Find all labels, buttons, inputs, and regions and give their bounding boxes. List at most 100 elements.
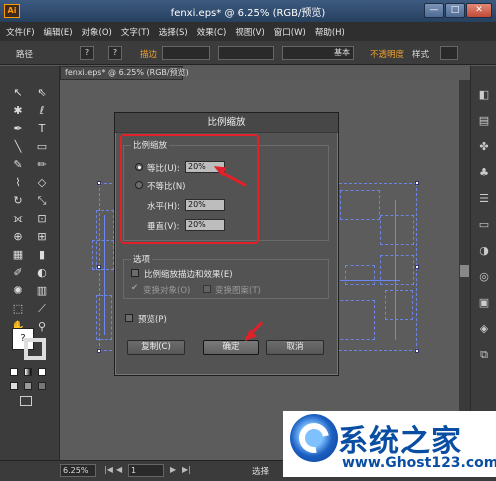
menu-file[interactable]: 文件(F) — [6, 26, 35, 38]
color-panel-icon[interactable]: ◧ — [475, 86, 493, 104]
free-transform-tool-icon[interactable]: ⊡ — [32, 210, 52, 227]
column-graph-tool-icon[interactable]: ▥ — [32, 282, 52, 299]
pencil-tool-icon[interactable]: ✏ — [32, 156, 52, 173]
rotate-tool-icon[interactable]: ↻ — [8, 192, 28, 209]
paintbrush-tool-icon[interactable]: ✎ — [8, 156, 28, 173]
maximize-button[interactable]: □ — [445, 3, 465, 18]
draw-inside-icon[interactable] — [38, 382, 46, 390]
blend-tool-icon[interactable]: ◐ — [32, 264, 52, 281]
rectangle-tool-icon[interactable]: ▭ — [32, 138, 52, 155]
next-artboard-icon[interactable]: ▶ — [170, 465, 176, 474]
path-label: 路径 — [16, 50, 34, 60]
menu-view[interactable]: 视图(V) — [235, 26, 264, 38]
previous-artboard-icon[interactable]: ◀ — [116, 465, 122, 474]
variable-width-select[interactable] — [218, 46, 274, 60]
selection-handle[interactable] — [415, 181, 419, 185]
perspective-grid-tool-icon[interactable]: ⊞ — [32, 228, 52, 245]
window-title: fenxi.eps* @ 6.25% (RGB/预览) — [170, 8, 326, 19]
transform-objects-check-icon: ✔ — [131, 283, 139, 293]
fill-swatch[interactable]: ? — [80, 46, 94, 60]
direct-selection-tool-icon[interactable]: ⇖ — [32, 84, 52, 101]
selection-handle[interactable] — [97, 349, 101, 353]
transform-objects-label[interactable]: 变换对象(O) — [143, 284, 190, 296]
selection-handle[interactable] — [415, 349, 419, 353]
artwork-line — [104, 215, 105, 335]
draw-behind-icon[interactable] — [24, 382, 32, 390]
menu-effect[interactable]: 效果(C) — [197, 26, 227, 38]
scale-tool-icon[interactable]: ⤡ — [32, 192, 52, 209]
menu-select[interactable]: 选择(S) — [159, 26, 188, 38]
panel-dock: ◧ ▤ ✤ ♣ ☰ ▭ ◑ ◎ ▣ ◈ ⧉ — [470, 66, 496, 466]
color-mode-icon[interactable] — [10, 368, 18, 376]
artwork-shape — [385, 290, 413, 320]
symbol-sprayer-tool-icon[interactable]: ✺ — [8, 282, 28, 299]
menu-help[interactable]: 帮助(H) — [315, 26, 345, 38]
scale-strokes-checkbox[interactable] — [131, 269, 139, 277]
minimize-button[interactable]: — — [424, 3, 444, 18]
line-tool-icon[interactable]: ╲ — [8, 138, 28, 155]
lasso-tool-icon[interactable]: ℓ — [32, 102, 52, 119]
none-mode-icon[interactable] — [38, 368, 46, 376]
artwork-shape — [335, 300, 375, 340]
annotation-highlight-box — [120, 134, 259, 244]
first-artboard-icon[interactable]: |◀ — [104, 465, 113, 474]
selection-tool-icon[interactable]: ↖ — [8, 84, 28, 101]
copy-button[interactable]: 复制(C) — [127, 340, 185, 355]
mesh-tool-icon[interactable]: ▦ — [8, 246, 28, 263]
draw-normal-icon[interactable] — [10, 382, 18, 390]
artboard-tool-icon[interactable]: ⬚ — [8, 300, 28, 317]
close-button[interactable]: ✕ — [466, 3, 492, 18]
document-tab[interactable]: fenxi.eps* @ 6.25% (RGB/预览) — [60, 66, 189, 80]
eyedropper-tool-icon[interactable]: ✐ — [8, 264, 28, 281]
transform-patterns-checkbox[interactable] — [203, 285, 211, 293]
artboards-panel-icon[interactable]: ⧉ — [475, 346, 493, 364]
menu-object[interactable]: 对象(O) — [82, 26, 112, 38]
screen-mode-icon[interactable] — [20, 396, 32, 406]
stroke-swatch[interactable]: ? — [108, 46, 122, 60]
selection-handle[interactable] — [415, 265, 419, 269]
layers-panel-icon[interactable]: ◈ — [475, 320, 493, 338]
preview-checkbox[interactable] — [125, 314, 133, 322]
blob-brush-tool-icon[interactable]: ⌇ — [8, 174, 28, 191]
brushes-panel-icon[interactable]: ✤ — [475, 138, 493, 156]
type-tool-icon[interactable]: T — [32, 120, 52, 137]
artwork-shape — [92, 240, 114, 270]
zoom-field[interactable]: 6.25% — [60, 464, 96, 477]
zoom-tool-icon[interactable]: ⚲ — [32, 318, 52, 335]
appearance-panel-icon[interactable]: ◎ — [475, 268, 493, 286]
stroke-label[interactable]: 描边 — [140, 48, 157, 60]
stroke-color-icon[interactable] — [24, 338, 46, 360]
watermark-url: www.Ghost123.com — [342, 455, 496, 471]
eraser-tool-icon[interactable]: ◇ — [32, 174, 52, 191]
style-swatch[interactable] — [440, 46, 458, 60]
selection-handle[interactable] — [97, 181, 101, 185]
artboard-number-field[interactable]: 1 — [128, 464, 164, 477]
style-label: 样式 — [412, 50, 430, 60]
stroke-style-select[interactable]: 基本 — [282, 46, 354, 60]
opacity-label[interactable]: 不透明度 — [370, 48, 404, 60]
menu-window[interactable]: 窗口(W) — [274, 26, 306, 38]
slice-tool-icon[interactable]: ⟋ — [32, 300, 52, 317]
artwork-line — [395, 200, 396, 340]
scrollbar-thumb[interactable] — [460, 265, 469, 277]
magic-wand-tool-icon[interactable]: ✱ — [8, 102, 28, 119]
watermark-title: 系统之家 — [338, 424, 462, 459]
artwork-line — [340, 280, 400, 281]
symbols-panel-icon[interactable]: ♣ — [475, 164, 493, 182]
shape-builder-tool-icon[interactable]: ⊕ — [8, 228, 28, 245]
gradient-tool-icon[interactable]: ▮ — [32, 246, 52, 263]
width-tool-icon[interactable]: ⟗ — [8, 210, 28, 227]
artwork-shape — [380, 215, 414, 245]
menu-edit[interactable]: 编辑(E) — [44, 26, 73, 38]
swatches-panel-icon[interactable]: ▤ — [475, 112, 493, 130]
stroke-panel-icon[interactable]: ☰ — [475, 190, 493, 208]
cancel-button[interactable]: 取消 — [266, 340, 324, 355]
transparency-panel-icon[interactable]: ◑ — [475, 242, 493, 260]
stroke-weight-field[interactable] — [162, 46, 210, 60]
menu-type[interactable]: 文字(T) — [121, 26, 150, 38]
last-artboard-icon[interactable]: ▶| — [182, 465, 191, 474]
pen-tool-icon[interactable]: ✒ — [8, 120, 28, 137]
graphic-styles-panel-icon[interactable]: ▣ — [475, 294, 493, 312]
gradient-panel-icon[interactable]: ▭ — [475, 216, 493, 234]
gradient-mode-icon[interactable] — [24, 368, 32, 376]
